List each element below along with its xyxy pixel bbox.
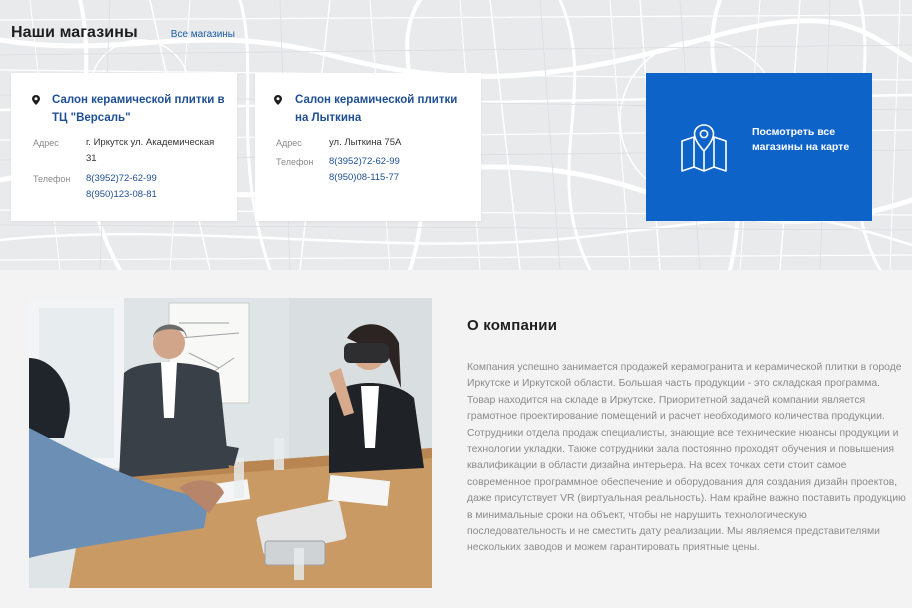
store-address: г. Иркутск ул. Академическая 31 [86,137,215,164]
store-card-versal: Салон керамической плитки в ТЦ "Версаль"… [11,73,237,221]
store-phone-2[interactable]: 8(950)08-115-77 [329,170,399,186]
store-name-link[interactable]: Салон керамической плитки на Лыткина [295,91,470,127]
store-address: ул. Лыткина 75А [329,137,402,148]
phone-label: Телефон [276,157,314,167]
store-phone-2[interactable]: 8(950)123-08-81 [86,187,157,203]
stores-title: Наши магазины [11,24,138,41]
office-meeting-photo [29,298,432,588]
all-stores-link[interactable]: Все магазины [171,29,235,40]
folded-map-pin-icon [681,124,727,172]
about-description: Компания успешно занимается продажей кер… [467,362,906,554]
store-name-link[interactable]: Салон керамической плитки в ТЦ "Версаль" [52,91,227,127]
location-pin-icon [32,95,40,105]
address-label: Адрес [33,138,59,148]
about-section: О компании Компания успешно занимается п… [0,270,912,608]
stores-header: Наши магазины Все магазины [11,24,235,42]
store-phone-1[interactable]: 8(3952)72-62-99 [86,171,157,187]
store-card-lytkina: Салон керамической плитки на Лыткина Адр… [255,73,481,221]
about-title: О компании [467,317,558,334]
address-label: Адрес [276,138,302,148]
store-phone-1[interactable]: 8(3952)72-62-99 [329,154,400,170]
phone-label: Телефон [33,174,71,184]
view-all-stores-map-button[interactable]: Посмотреть все магазины на карте [646,73,872,221]
view-all-stores-map-label: Посмотреть все магазины на карте [752,126,850,153]
office-meeting-illustration [29,298,432,588]
stores-section: Наши магазины Все магазины Салон керамич… [0,0,912,270]
location-pin-icon [274,95,282,105]
